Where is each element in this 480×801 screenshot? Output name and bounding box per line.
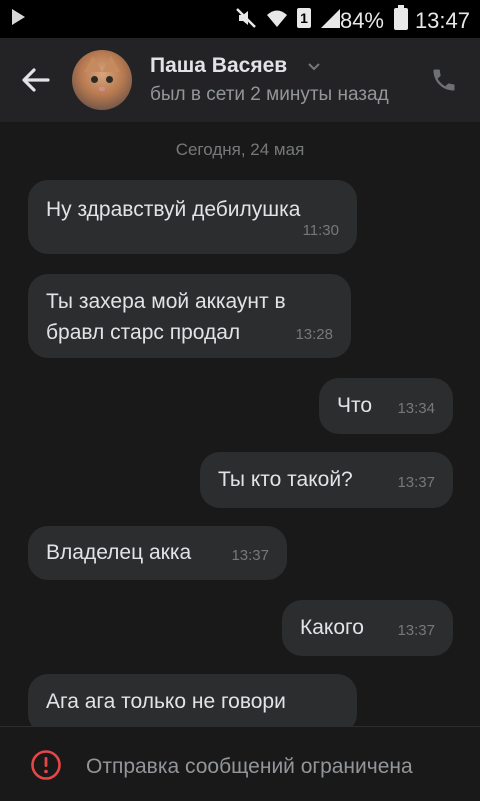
date-separator: Сегодня, 24 мая [175,140,305,159]
message-time: 13:37 [397,622,435,639]
message-outgoing[interactable]: Что 13:34 [319,378,453,434]
message-incoming[interactable]: Ага ага только не говори [28,674,357,734]
battery-icon [394,5,408,30]
message-incoming[interactable]: Ну здравствуй дебилушка 11:30 [28,180,357,254]
status-bar: 1 84% 13:47 [0,0,480,38]
clock: 13:47 [414,8,470,33]
back-arrow-icon[interactable] [18,62,54,98]
message-text: Ага ага только не говори [46,690,286,713]
contact-name[interactable]: Паша Васяев [150,54,287,78]
chat-header: Паша Васяев был в сети 2 минуты назад [0,38,480,122]
message-incoming[interactable]: Владелец акка 13:37 [28,526,287,580]
warning-icon [30,749,62,781]
message-incoming[interactable]: Ты захера мой аккаунт в бравл старс прод… [28,274,351,358]
message-time: 11:30 [302,222,339,239]
chevron-down-icon[interactable] [308,60,320,72]
restriction-text: Отправка сообщений ограничена [86,755,413,778]
signal-icon [320,6,342,30]
message-time: 13:37 [231,547,269,564]
message-outgoing[interactable]: Какого 13:37 [282,600,453,656]
wifi-icon [266,6,288,30]
message-time: 13:34 [397,400,435,417]
battery-percent: 84% [339,8,384,33]
message-text: Что [337,394,373,417]
message-text: Ну здравствуй дебилушка [46,198,301,221]
restriction-bar: Отправка сообщений ограничена [0,726,480,801]
message-outgoing[interactable]: Ты кто такой? 13:37 [200,452,453,508]
message-time: 13:28 [295,326,333,343]
phone-icon[interactable] [430,66,458,94]
message-time: 13:37 [397,474,435,491]
message-text: Ты захера мой аккаунт в бравл старс прод… [46,290,286,344]
sim-indicator: 1 [297,8,311,28]
play-icon [12,9,25,25]
mute-icon [235,6,257,30]
message-text: Какого [300,616,364,639]
online-status: был в сети 2 минуты назад [150,84,389,105]
message-text: Владелец акка [46,541,192,564]
message-text: Ты кто такой? [218,468,353,491]
avatar[interactable] [72,50,132,110]
